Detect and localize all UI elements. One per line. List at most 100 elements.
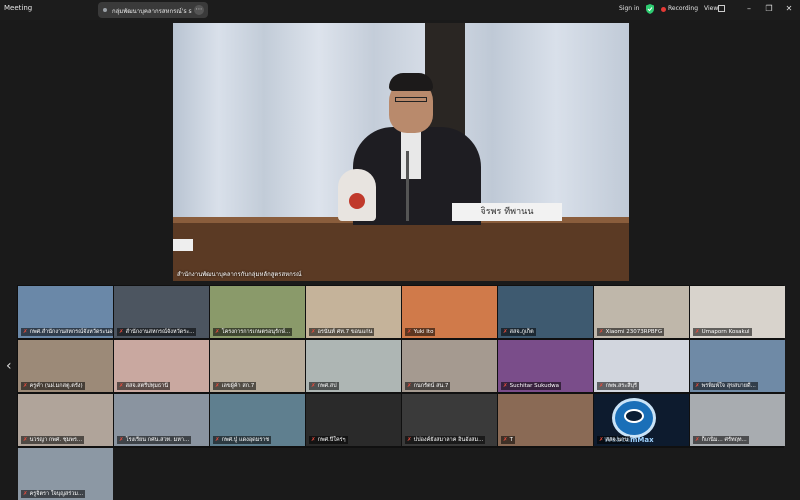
participant-tile[interactable]: ✗ Xiaomi 23073RPBFG bbox=[594, 286, 689, 338]
participant-tile[interactable]: ✗ กพศ.สป bbox=[306, 340, 401, 392]
participant-tile[interactable]: ✗ T bbox=[498, 394, 593, 446]
participant-name-label: ✗ โรงเรียน กศน.สวท. มหา... bbox=[117, 436, 192, 444]
recording-status[interactable]: Recording bbox=[668, 5, 698, 12]
participant-tile[interactable]: ✗ Suchitar Sukudwa bbox=[498, 340, 593, 392]
participant-name: เลขผู้ค้า สก.7 bbox=[221, 383, 255, 389]
nameplate: จิรพร ทีพานน bbox=[452, 203, 562, 221]
participant-name-label: ✗ Suchitar Sukudwa bbox=[501, 382, 561, 390]
participant-name-label: ✗ เลขผู้ค้า สก.7 bbox=[213, 382, 257, 390]
participant-tile[interactable]: ✗ ก็เกนิม... ศรัทฤท... bbox=[690, 394, 785, 446]
window-title: Meeting bbox=[4, 4, 33, 12]
participant-name-label: ✗ สำนักงานสหกรณ์จังหวัดระ... bbox=[117, 328, 197, 336]
participant-tile[interactable]: ✗ โรงเรียน กศน.สวท. มหา... bbox=[114, 394, 209, 446]
participant-tile[interactable]: ✗ กพพ.สระสีบุรี bbox=[594, 340, 689, 392]
close-icon[interactable]: ✕ bbox=[782, 3, 796, 15]
participant-name: อรนันท์ ศท.7 ขอนแก่น bbox=[317, 329, 373, 335]
mic-muted-icon: ✗ bbox=[311, 437, 316, 443]
title-bar: Meeting กลุ่มพัฒนาบุคลากรสหกรณ์'s screen… bbox=[0, 0, 800, 20]
participant-tile[interactable]: ✗ โครงการการเกษตรอนุรักษ์... bbox=[210, 286, 305, 338]
mic-muted-icon: ✗ bbox=[599, 329, 604, 335]
participant-name: กพพ.สระสีบุรี bbox=[605, 383, 638, 389]
participant-name: Umaporn Kosakul bbox=[701, 329, 750, 335]
mic-muted-icon: ✗ bbox=[23, 383, 28, 389]
sign-in-link[interactable]: Sign in bbox=[619, 5, 639, 12]
view-layout-icon[interactable] bbox=[718, 5, 725, 12]
participant-name: ก็เกนิม... ศรัทฤท... bbox=[701, 437, 747, 443]
participant-tile[interactable]: ✗ สำนักงานสหกรณ์จังหวัดระ... bbox=[114, 286, 209, 338]
participant-tile[interactable]: ✗ สสจ.สตรีปทุมธานี bbox=[114, 340, 209, 392]
previous-page-icon[interactable]: ‹ bbox=[6, 358, 12, 374]
participant-tile[interactable]: ✗ ครูจิตรา ใจบุญสร่วม... bbox=[18, 448, 113, 500]
screen-share-indicator[interactable]: กลุ่มพัฒนาบุคลากรสหกรณ์'s screen ⋯ bbox=[98, 2, 208, 18]
participant-name-label: ✗ ก็เกนิม... ศรัทฤท... bbox=[693, 436, 749, 444]
view-button[interactable]: View bbox=[704, 5, 718, 12]
participant-gallery: ✗ กพศ.สำนักงานสหกรณ์จังหวัดระนอง ✗ สำนักงาน… bbox=[17, 285, 785, 500]
mic-muted-icon: ✗ bbox=[407, 437, 412, 443]
participant-tile[interactable]: ✗ กพศ.ปี่ใคร่ๆ bbox=[306, 394, 401, 446]
participant-tile[interactable]: ✗ พรพิมพ์ใจ สุขสบายดี... bbox=[690, 340, 785, 392]
mic-muted-icon: ✗ bbox=[695, 383, 700, 389]
participant-tile[interactable]: ✗ ปปองค์ยังสมาลาค อินอังสม... bbox=[402, 394, 497, 446]
participant-tile[interactable]: ✗ Yuki Ito bbox=[402, 286, 497, 338]
table-sign bbox=[173, 239, 193, 251]
mic-muted-icon: ✗ bbox=[215, 383, 220, 389]
participant-name: Yuki Ito bbox=[413, 329, 434, 335]
mic-muted-icon: ✗ bbox=[503, 437, 508, 443]
participant-tile[interactable]: ✗ กพศ.ปู่ แดงอุดมราช bbox=[210, 394, 305, 446]
participant-name-label: ✗ กพพ.สระสีบุรี bbox=[597, 382, 640, 390]
more-options-icon[interactable]: ⋯ bbox=[194, 5, 204, 15]
active-speaker-video[interactable]: จิรพร ทีพานน สำนักงานพัฒนาบุคลากรกับกลุ่… bbox=[173, 23, 629, 281]
mic-muted-icon: ✗ bbox=[23, 329, 28, 335]
mic-muted-icon: ✗ bbox=[599, 383, 604, 389]
participant-name-label: ✗ Umaporn Kosakul bbox=[693, 328, 752, 336]
participant-tile[interactable]: ✗ Umaporn Kosakul bbox=[690, 286, 785, 338]
mic-muted-icon: ✗ bbox=[311, 383, 316, 389]
participant-tile[interactable]: ✗ นวรญา กพศ. ชุมพร... bbox=[18, 394, 113, 446]
participant-name-label: ✗ กพศ.สำนักงานสหกรณ์จังหวัดระนอง bbox=[21, 328, 113, 336]
participant-tile[interactable]: ✗ สสจ.ภูเก็ต bbox=[498, 286, 593, 338]
participant-name-label: ✗ โครงการการเกษตรอนุรักษ์... bbox=[213, 328, 293, 336]
shield-icon[interactable] bbox=[646, 4, 654, 14]
participant-name: ครูจิตรา ใจบุญสร่วม... bbox=[29, 491, 84, 497]
participant-name-label: ✗ กพศ.ปี่ใคร่ๆ bbox=[309, 436, 348, 444]
participant-name-label: ✗ อรนันท์ ศท.7 ขอนแก่น bbox=[309, 328, 375, 336]
mic-muted-icon: ✗ bbox=[311, 329, 316, 335]
share-icon bbox=[103, 8, 107, 12]
minimize-icon[interactable]: – bbox=[742, 3, 756, 15]
participant-name-label: ✗ นวรญา กพศ. ชุมพร... bbox=[21, 436, 85, 444]
mic-muted-icon: ✗ bbox=[503, 383, 508, 389]
participant-tile[interactable]: WebcamMax✗สสจ.นกน bbox=[594, 394, 689, 446]
participant-name: Suchitar Sukudwa bbox=[509, 383, 559, 389]
participant-name: สสจ.สตรีปทุมธานี bbox=[125, 383, 169, 389]
maximize-icon[interactable]: ❐ bbox=[762, 3, 776, 15]
participant-tile[interactable]: ✗ กนกรัตน์ สน.7 bbox=[402, 340, 497, 392]
participant-tile[interactable]: ✗ เลขผู้ค้า สก.7 bbox=[210, 340, 305, 392]
microphone bbox=[406, 151, 409, 221]
participant-tile[interactable]: ✗ อรนันท์ ศท.7 ขอนแก่น bbox=[306, 286, 401, 338]
participant-name-label: ✗ Xiaomi 23073RPBFG bbox=[597, 328, 665, 336]
participant-name-label: ✗ พรพิมพ์ใจ สุขสบายดี... bbox=[693, 382, 758, 390]
mic-muted-icon: ✗ bbox=[407, 383, 412, 389]
participant-name: กพศ.ปี่ใคร่ๆ bbox=[317, 437, 346, 443]
participant-name-label: ✗ ครูคำ (นฝ.มกสตู.ตรัง) bbox=[21, 382, 85, 390]
participant-name-label: ✗ กพศ.ปู่ แดงอุดมราช bbox=[213, 436, 272, 444]
emblem-core bbox=[349, 193, 365, 209]
participant-name: Xiaomi 23073RPBFG bbox=[605, 329, 663, 335]
participant-name: ปปองค์ยังสมาลาค อินอังสม... bbox=[413, 437, 484, 443]
mic-muted-icon: ✗ bbox=[407, 329, 412, 335]
participant-tile[interactable]: ✗ ครูคำ (นฝ.มกสตู.ตรัง) bbox=[18, 340, 113, 392]
mic-muted-icon: ✗ bbox=[215, 329, 220, 335]
speaker-hair bbox=[389, 73, 433, 91]
webcam-eye-icon bbox=[624, 409, 644, 423]
participant-name: โรงเรียน กศน.สวท. มหา... bbox=[125, 437, 190, 443]
participant-tile[interactable]: ✗ กพศ.สำนักงานสหกรณ์จังหวัดระนอง bbox=[18, 286, 113, 338]
speaker-name-label: สำนักงานพัฒนาบุคลากรกับกลุ่มหลักสูตรสหกร… bbox=[177, 271, 302, 278]
mic-muted-icon: ✗ bbox=[695, 437, 700, 443]
participant-name: ครูคำ (นฝ.มกสตู.ตรัง) bbox=[29, 383, 83, 389]
mic-muted-icon: ✗ bbox=[23, 437, 28, 443]
mic-muted-icon: ✗ bbox=[599, 437, 604, 443]
participant-name: พรพิมพ์ใจ สุขสบายดี... bbox=[701, 383, 756, 389]
participant-name: กพศ.สป bbox=[317, 383, 337, 389]
participant-name-label: ✗ สสจ.สตรีปทุมธานี bbox=[117, 382, 171, 390]
mic-muted-icon: ✗ bbox=[215, 437, 220, 443]
